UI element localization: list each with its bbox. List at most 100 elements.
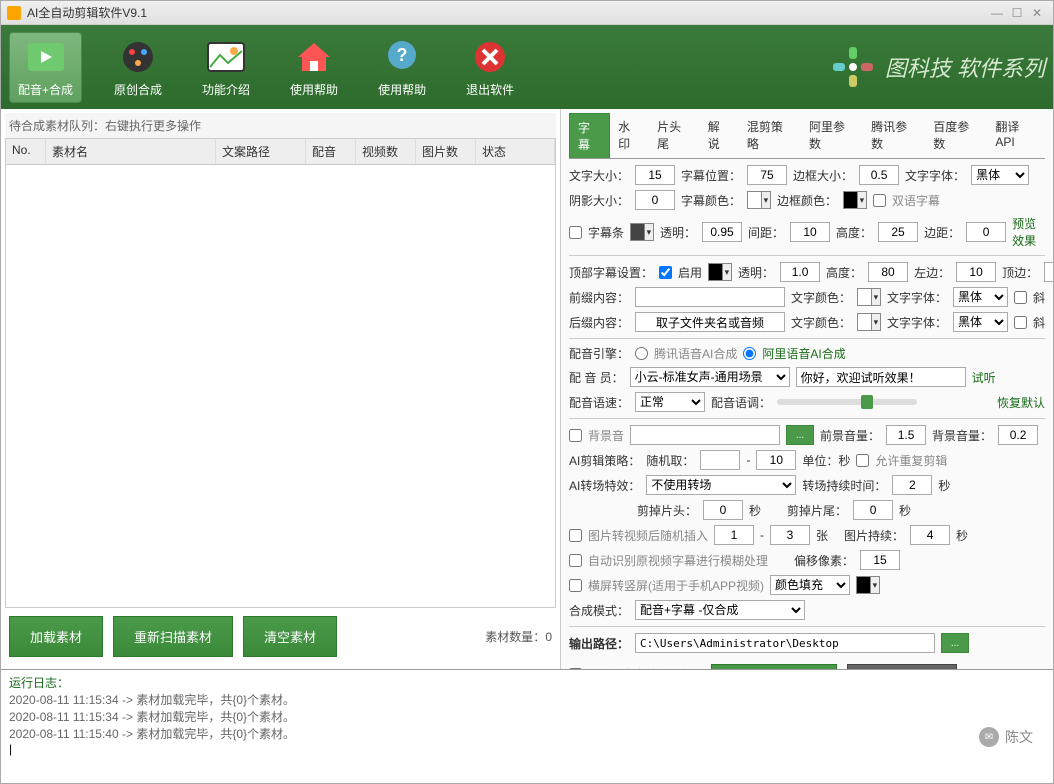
prefix-color-picker[interactable]: ▾ — [857, 288, 881, 306]
left-panel: 待合成素材队列：右键执行更多操作 No. 素材名 文案路径 配音 视频数 图片数… — [1, 109, 561, 669]
margin-input[interactable] — [966, 222, 1006, 242]
border-color-picker[interactable]: ▾ — [843, 191, 867, 209]
rescan-material-button[interactable]: 重新扫描素材 — [113, 616, 233, 657]
prefix-font-select[interactable]: 黑体 — [953, 287, 1008, 307]
bgm-browse-button[interactable]: ... — [786, 425, 814, 445]
top-enable-checkbox[interactable] — [659, 266, 672, 279]
bgm-path-input[interactable] — [630, 425, 780, 445]
voice-tone-slider[interactable] — [777, 399, 917, 405]
cut-tail-label: 剪掉片尾： — [787, 502, 847, 519]
border-size-input[interactable] — [859, 165, 899, 185]
border-color-label: 边框颜色： — [777, 192, 837, 209]
tab-ali-params[interactable]: 阿里参数 — [801, 113, 863, 158]
rotate-checkbox[interactable] — [569, 579, 582, 592]
img-dur-input[interactable] — [910, 525, 950, 545]
tab-help[interactable]: 使用帮助 — [282, 33, 346, 102]
transition-dur-input[interactable] — [892, 475, 932, 495]
top-bg-color-picker[interactable]: ▾ — [708, 263, 732, 281]
opacity-input[interactable] — [702, 222, 742, 242]
img-a-input[interactable] — [714, 525, 754, 545]
col-status[interactable]: 状态 — [476, 139, 555, 164]
minimize-button[interactable]: — — [987, 6, 1007, 20]
suffix-input[interactable] — [635, 312, 785, 332]
transition-select[interactable]: 不使用转场 — [646, 475, 796, 495]
offset-input[interactable] — [860, 550, 900, 570]
reset-link[interactable]: 恢复默认 — [997, 394, 1045, 411]
compose-mode-select[interactable]: 配音+字幕 -仅合成 — [635, 600, 805, 620]
subtitle-color-picker[interactable]: ▾ — [747, 191, 771, 209]
font-label: 文字字体： — [905, 167, 965, 184]
tab-tx-params[interactable]: 腾讯参数 — [863, 113, 925, 158]
font-size-input[interactable] — [635, 165, 675, 185]
bgm-checkbox[interactable] — [569, 429, 582, 442]
shadow-label: 阴影大小： — [569, 192, 629, 209]
tab-exit[interactable]: 退出软件 — [458, 33, 522, 102]
font-select[interactable]: 黑体 — [971, 165, 1029, 185]
maximize-button[interactable]: ☐ — [1007, 6, 1027, 20]
output-path-input[interactable] — [635, 633, 935, 653]
suffix-italic-checkbox[interactable] — [1014, 316, 1027, 329]
tab-translate-api[interactable]: 翻译API — [987, 113, 1045, 158]
sample-text-input[interactable] — [796, 367, 966, 387]
top-left-input[interactable] — [956, 262, 996, 282]
tab-headtail[interactable]: 片头尾 — [649, 113, 700, 158]
fg-vol-input[interactable] — [886, 425, 926, 445]
prefix-label: 前缀内容： — [569, 289, 629, 306]
allow-repeat-checkbox[interactable] — [856, 454, 869, 467]
shadow-input[interactable] — [635, 190, 675, 210]
subbar-checkbox[interactable] — [569, 226, 582, 239]
engine-ali-radio[interactable] — [743, 347, 756, 360]
subbar-color-picker[interactable]: ▾ — [630, 223, 654, 241]
load-material-button[interactable]: 加载素材 — [9, 616, 103, 657]
prefix-input[interactable] — [635, 287, 785, 307]
cut-head-input[interactable] — [703, 500, 743, 520]
suffix-font-select[interactable]: 黑体 — [953, 312, 1008, 332]
tab-subtitle[interactable]: 字幕 — [569, 113, 610, 158]
prefix-italic-checkbox[interactable] — [1014, 291, 1027, 304]
img2vid-checkbox[interactable] — [569, 529, 582, 542]
voice-speed-select[interactable]: 正常 — [635, 392, 705, 412]
col-images[interactable]: 图片数 — [416, 139, 476, 164]
tab-voice-compose[interactable]: 配音+合成 — [9, 32, 82, 103]
range-a-input[interactable] — [700, 450, 740, 470]
tab-baidu-params[interactable]: 百度参数 — [925, 113, 987, 158]
top-height-input[interactable] — [868, 262, 908, 282]
top-opacity-input[interactable] — [780, 262, 820, 282]
table-body[interactable] — [5, 165, 556, 608]
output-browse-button[interactable]: ... — [941, 633, 969, 653]
tab-help2[interactable]: ? 退出软件 使用帮助 — [370, 33, 434, 102]
range-b-input[interactable] — [756, 450, 796, 470]
tab-watermark[interactable]: 水印 — [610, 113, 649, 158]
img-b-input[interactable] — [770, 525, 810, 545]
listen-link[interactable]: 试听 — [972, 369, 996, 386]
voice-actor-label: 配 音 员： — [569, 369, 624, 386]
border-size-label: 边框大小： — [793, 167, 853, 184]
col-path[interactable]: 文案路径 — [216, 139, 306, 164]
voice-speed-label: 配音语速： — [569, 394, 629, 411]
tab-mix-strategy[interactable]: 混剪策略 — [739, 113, 801, 158]
palette-icon — [118, 37, 158, 77]
col-voice[interactable]: 配音 — [306, 139, 356, 164]
close-button[interactable]: ✕ — [1027, 6, 1047, 20]
col-no[interactable]: No. — [6, 139, 46, 164]
auto-blur-checkbox[interactable] — [569, 554, 582, 567]
voice-actor-select[interactable]: 小云-标准女声-通用场景 — [630, 367, 790, 387]
bilingual-checkbox[interactable] — [873, 194, 886, 207]
bg-vol-input[interactable] — [998, 425, 1038, 445]
fill-select[interactable]: 颜色填充 — [770, 575, 850, 595]
top-margin-input[interactable] — [1044, 262, 1053, 282]
subtitle-pos-input[interactable] — [747, 165, 787, 185]
tab-features[interactable]: 功能介绍 — [194, 33, 258, 102]
engine-tx-radio[interactable] — [635, 347, 648, 360]
suffix-color-picker[interactable]: ▾ — [857, 313, 881, 331]
col-name[interactable]: 素材名 — [46, 139, 216, 164]
clear-material-button[interactable]: 清空素材 — [243, 616, 337, 657]
preview-link[interactable]: 预览效果 — [1012, 215, 1045, 249]
fill-color-picker[interactable]: ▾ — [856, 576, 880, 594]
tab-narration[interactable]: 解说 — [700, 113, 739, 158]
tab-original-compose[interactable]: 原创合成 — [106, 33, 170, 102]
spacing-input[interactable] — [790, 222, 830, 242]
height-input[interactable] — [878, 222, 918, 242]
cut-tail-input[interactable] — [853, 500, 893, 520]
col-videos[interactable]: 视频数 — [356, 139, 416, 164]
